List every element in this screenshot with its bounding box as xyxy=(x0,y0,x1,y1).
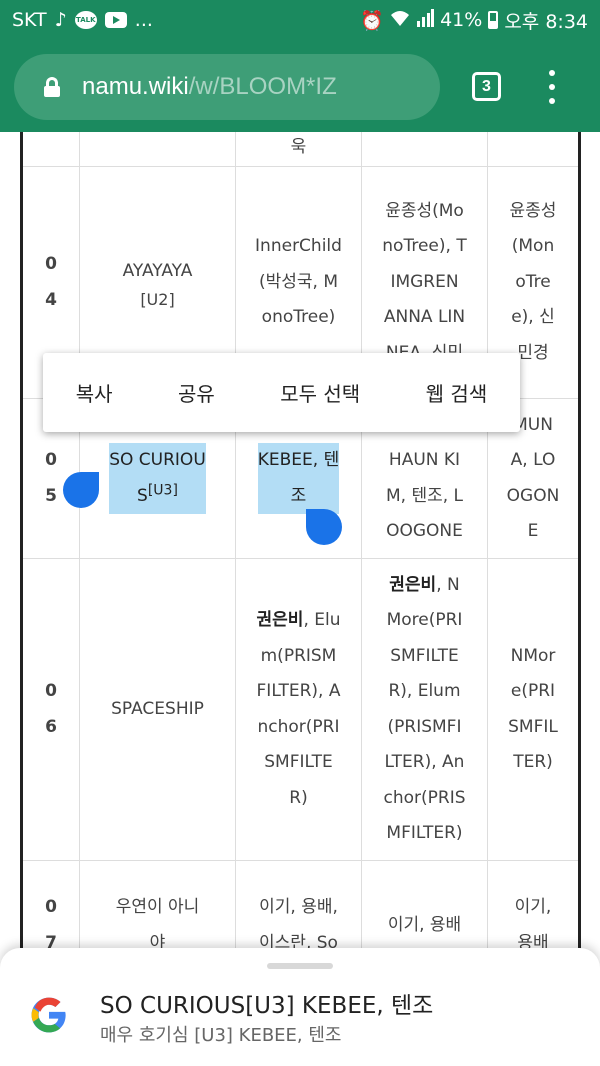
table-cell: 권은비, N More(PRI SMFILTE R), Elum (PRISMFI LT… xyxy=(361,558,488,861)
url-bar[interactable]: namu.wiki/w/BLOOM*IZ xyxy=(14,54,440,120)
track-title-link[interactable]: SPACESHIP xyxy=(79,558,236,861)
selected-text[interactable]: KEBEE, 텐조 xyxy=(257,443,340,514)
kakaotalk-icon: TALK xyxy=(74,11,97,29)
url-host[interactable]: namu.wiki xyxy=(82,73,189,101)
page-content[interactable]: 욱 04 AYAYAYA [U2] InnerChild (박성국, MonoTr… xyxy=(0,132,600,1066)
drag-handle[interactable] xyxy=(267,963,333,969)
carrier-label: SKT xyxy=(12,9,47,31)
table-row: 욱 xyxy=(21,132,580,167)
lock-icon[interactable] xyxy=(44,77,60,97)
web-search-button[interactable]: 웹 검색 xyxy=(422,368,492,417)
wifi-icon xyxy=(390,9,410,32)
battery-percent: 41% xyxy=(440,9,483,31)
selection-start-handle[interactable] xyxy=(63,472,99,508)
google-logo-icon xyxy=(30,996,68,1034)
table-cell: NMor e(PRI SMFIL TER) xyxy=(487,558,580,861)
browser-toolbar: namu.wiki/w/BLOOM*IZ 3 xyxy=(0,40,600,132)
music-note-icon: ♪ xyxy=(54,9,67,31)
url-path[interactable]: /w/BLOOM*IZ xyxy=(189,73,337,101)
translation-subtitle: 매우 호기심 [U3] KEBEE, 텐조 xyxy=(100,1025,342,1046)
footnote-link[interactable]: [U2] xyxy=(88,289,227,311)
share-button[interactable]: 공유 xyxy=(174,368,219,417)
copy-button[interactable]: 복사 xyxy=(72,368,117,417)
status-bar: SKT ♪ TALK ... ⏰ 41% 오후 8:34 xyxy=(0,0,600,40)
table-cell: 욱 xyxy=(235,132,362,167)
selection-end-handle[interactable] xyxy=(306,509,342,545)
text-selection-menu: 복사 공유 모두 선택 웹 검색 xyxy=(43,353,520,432)
tracklist-table: 욱 04 AYAYAYA [U2] InnerChild (박성국, MonoTr… xyxy=(20,132,581,991)
table-row: 06 SPACESHIP 권은비, Elu m(PRISM FILTER), An… xyxy=(21,558,580,861)
select-all-button[interactable]: 모두 선택 xyxy=(276,368,364,417)
selected-text[interactable]: SO CURIOU S[U3] xyxy=(109,443,206,514)
clock: 오후 8:34 xyxy=(504,10,588,33)
table-cell: 권은비, Elu m(PRISM FILTER), Anchor(PRI SMFIL… xyxy=(235,558,362,861)
track-number: 06 xyxy=(21,558,80,861)
overflow-menu-icon[interactable] xyxy=(542,70,562,104)
alarm-icon: ⏰ xyxy=(360,9,385,32)
search-term-title[interactable]: SO CURIOUS[U3] KEBEE, 텐조 xyxy=(100,986,433,1020)
tab-switcher-button[interactable]: 3 xyxy=(472,72,501,101)
battery-icon xyxy=(488,11,499,29)
signal-icon xyxy=(416,8,435,32)
youtube-icon xyxy=(104,12,127,28)
more-notifications-label: ... xyxy=(134,9,153,31)
